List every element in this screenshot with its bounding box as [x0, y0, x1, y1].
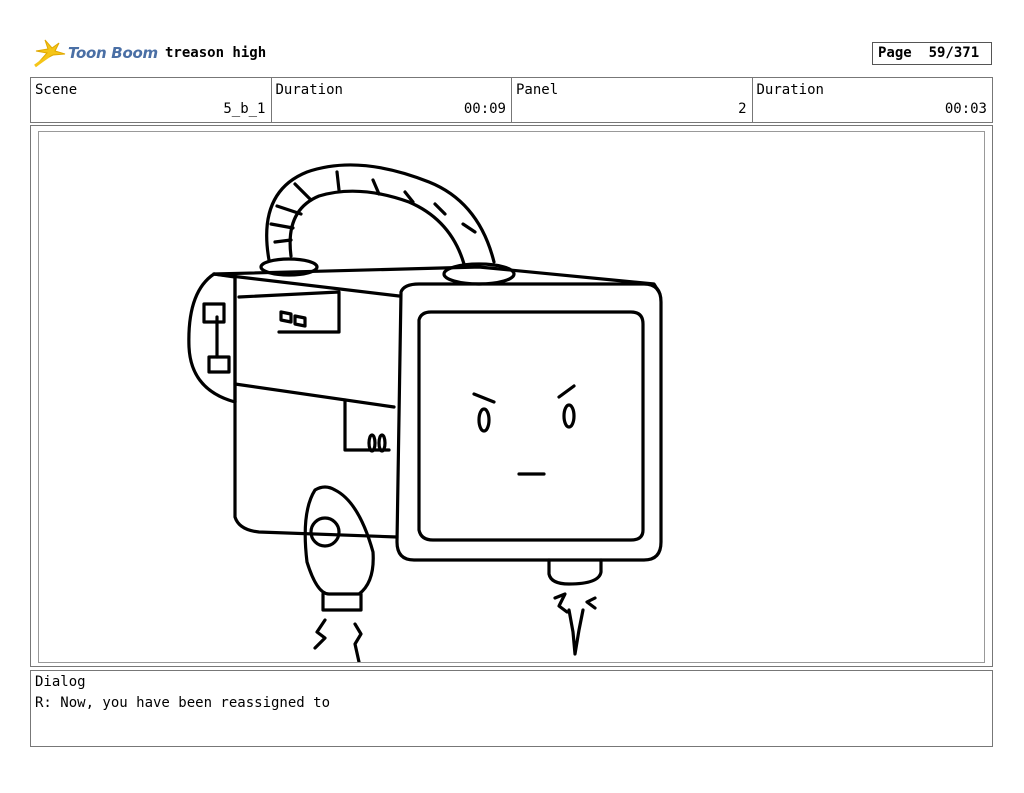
- page-indicator: Page 59/371: [872, 42, 992, 65]
- scene-duration-cell: Duration 00:09: [272, 78, 512, 122]
- page-number: 59/371: [928, 45, 980, 61]
- dialog-text: R: Now, you have been reassigned to: [35, 695, 331, 711]
- storyboard-panel: [30, 125, 993, 667]
- scene-duration-label: Duration: [275, 82, 343, 98]
- panel-label: Panel: [516, 82, 559, 98]
- scene-cell: Scene 5_b_1: [31, 78, 272, 122]
- scene-info-row: Scene 5_b_1 Duration 00:09 Panel 2 Durat…: [30, 77, 993, 123]
- dialog-box: Dialog R: Now, you have been reassigned …: [30, 670, 993, 747]
- panel-duration-value: 00:03: [944, 101, 987, 117]
- robot-sketch-image: [187, 163, 663, 662]
- panel-cell: Panel 2: [512, 78, 753, 122]
- dialog-label: Dialog: [35, 674, 86, 690]
- panel-frame: [38, 131, 985, 663]
- project-title: treason high: [165, 45, 267, 61]
- panel-duration-cell: Duration 00:03: [753, 78, 993, 122]
- logo-text: Toon Boom: [68, 44, 158, 62]
- toon-boom-star-icon: [34, 39, 66, 68]
- panel-value: 2: [738, 101, 747, 117]
- page-label: Page: [878, 45, 912, 61]
- toon-boom-logo: Toon Boom: [33, 38, 158, 70]
- scene-label: Scene: [35, 82, 78, 98]
- scene-duration-value: 00:09: [463, 101, 506, 117]
- scene-value: 5_b_1: [223, 101, 266, 117]
- panel-duration-label: Duration: [756, 82, 824, 98]
